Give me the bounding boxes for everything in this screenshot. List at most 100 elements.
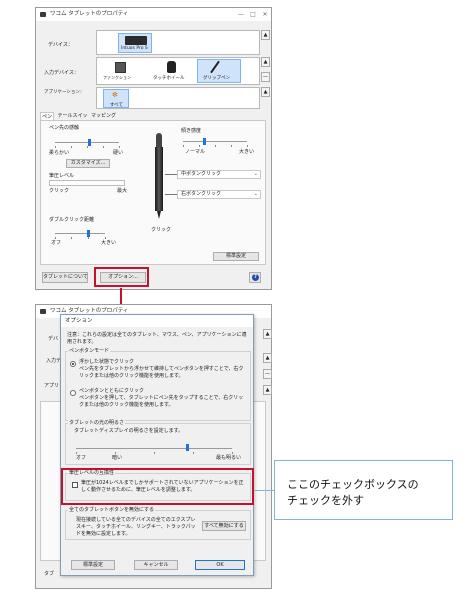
tip-feel-slider-track[interactable] (55, 142, 119, 143)
device-label: デバイス： (48, 42, 73, 48)
tip-feel-slider-thumb[interactable] (88, 139, 91, 146)
tick (193, 452, 194, 454)
tap-click-desc: ペンボタンを押して、タブレットにペン先をタップすることで、右クリックまたは他のク… (79, 395, 244, 408)
pressure-click-label: クリック (49, 188, 70, 194)
chevron-down-icon: ⌄ (253, 171, 258, 177)
input-scroll-up[interactable]: ▲ (261, 57, 270, 67)
upper-button-leader (165, 174, 177, 175)
scroll-behind-1[interactable]: ▲ (263, 329, 272, 339)
upper-button-dropdown[interactable]: 中ボタンクリック ⌄ (177, 170, 261, 179)
disable-buttons-group: 全てのタブレットボタンを無効にする 現在接続している全てのデバイスの全てのエクス… (65, 507, 251, 540)
default-button[interactable]: 標準設定 (213, 252, 259, 261)
maximize-button[interactable]: □ (247, 8, 259, 21)
customize-button[interactable]: カスタマイズ... (66, 159, 110, 168)
application-label: アプリケーション： (44, 90, 85, 95)
chevron-down-icon: ⌄ (253, 191, 258, 197)
about-tablet-button[interactable]: タブレットについて (42, 272, 88, 283)
tablet-icon (125, 36, 147, 45)
tick (55, 237, 56, 239)
disable-buttons-desc: 現在接続している全てのデバイスの全てのエクスプレスキー、タッチホイール、リングキ… (76, 517, 196, 537)
device-name: Intuos Pro S (121, 46, 148, 51)
application-strip: ✻ すべて (96, 87, 260, 109)
tilt-label: 傾き感度 (181, 128, 202, 134)
tap-click-radio[interactable] (70, 390, 76, 396)
input-scroll-down[interactable]: — (261, 72, 270, 82)
function-tool-label: ファンクション (103, 75, 131, 80)
app-all-label: すべて (110, 103, 124, 108)
pressure-meter (49, 180, 125, 186)
tick (88, 237, 89, 239)
device-strip: Intuos Pro S (96, 30, 260, 55)
tick (71, 237, 72, 239)
options-note: 注意：これらの設定は全てのタブレット、マウス、ペン、アプリケーションに適用されま… (67, 332, 247, 345)
pressure-label: 筆圧レベル (49, 173, 75, 179)
tap-click-title: ペンボタンとともにクリック (79, 388, 145, 394)
function-keys-icon (115, 62, 126, 73)
tick (183, 145, 184, 147)
brightness-slider-thumb[interactable] (186, 444, 189, 451)
pen-tip-icon (157, 211, 161, 219)
pen-illustration (154, 133, 164, 221)
scroll-behind-4[interactable]: ▲ (263, 385, 272, 395)
hover-click-desc: ペン先をタブレットから浮かせて維持してペンボタンを押すことで、右クリックまたは他… (79, 366, 244, 379)
pen-tip-click-label: クリック (151, 227, 172, 233)
dialog-ok-button[interactable]: OK (195, 560, 245, 570)
device-scroll-up[interactable]: ▲ (261, 30, 270, 40)
tip-soft-label: 柔らかい (49, 150, 70, 156)
brightness-label: タブレットの光の明るさ (68, 420, 126, 427)
tablet-app-icon (40, 309, 46, 314)
tick (154, 452, 155, 454)
double-click-slider-thumb[interactable] (87, 230, 90, 237)
device-intuos-pro-s[interactable]: Intuos Pro S (118, 33, 152, 53)
close-button[interactable]: ✕ (259, 8, 271, 21)
tick (105, 237, 106, 239)
touch-hand-icon (167, 61, 176, 73)
lower-button-value: 右ボタンクリック (181, 191, 222, 197)
callout-connector (254, 490, 274, 491)
minimize-button[interactable]: — (235, 8, 247, 21)
callout-line-1: ここのチェックボックスの (287, 478, 419, 491)
tick (103, 146, 104, 148)
scroll-behind-2[interactable]: ▲ (263, 353, 272, 363)
tip-feel-label: ペン先の感触 (49, 125, 80, 131)
lower-button-leader (165, 194, 177, 195)
help-button[interactable]: ? (249, 272, 261, 283)
tilt-normal-label: ノーマル (185, 149, 206, 155)
instruction-callout: ここのチェックボックスの チェックを外す (274, 460, 453, 520)
tick (119, 146, 120, 148)
tick (55, 146, 56, 148)
app-all[interactable]: ✻ すべて (103, 89, 129, 108)
app-scroll-up[interactable]: ▲ (261, 87, 270, 97)
options-highlight-box (94, 267, 149, 287)
device-label-behind: デバ (48, 336, 59, 342)
hover-click-radio[interactable] (70, 361, 76, 367)
double-click-slider-track[interactable] (55, 233, 105, 234)
dialog-default-button[interactable]: 標準設定 (71, 560, 115, 570)
tick (71, 146, 72, 148)
tilt-slider-thumb[interactable] (203, 138, 206, 145)
brightness-desc: タブレットディスプレイの明るさを設定します。 (74, 428, 184, 434)
disable-all-button[interactable]: すべて無効にする (202, 521, 246, 531)
pen-mode-group: ペンボタンモード 浮かした状態でクリック ペン先をタブレットから浮かせて維持して… (65, 348, 251, 421)
scroll-behind-3[interactable]: — (263, 369, 272, 379)
input-label-behind: 入力デ (46, 358, 62, 364)
function-tool[interactable]: ファンクション (103, 61, 139, 83)
pen-mode-label: ペンボタンモード (68, 348, 111, 355)
dialog-titlebar: オプション (61, 315, 253, 327)
grip-pen-tool[interactable]: グリップペン (197, 59, 241, 83)
tick (247, 145, 248, 147)
touch-wheel-tool[interactable]: タッチホイール (153, 61, 193, 83)
pressure-compat-highlight (61, 468, 254, 505)
dialog-cancel-button[interactable]: キャンセル (134, 560, 178, 570)
tick (231, 145, 232, 147)
lower-button-dropdown[interactable]: 右ボタンクリック ⌄ (177, 190, 261, 199)
brightness-slider-track[interactable] (76, 448, 232, 449)
help-icon: ? (252, 274, 259, 281)
double-click-large-label: 大きい (101, 240, 117, 246)
pressure-max-label: 最大 (117, 188, 128, 194)
tick (87, 146, 88, 148)
input-device-strip: ファンクション タッチホイール グリップペン (96, 57, 260, 85)
tick (115, 452, 116, 454)
pen-tab-panel: ペン先の感触 柔らかい 硬い カスタマイズ... 筆圧レベル クリック 最大 ダ… (40, 120, 266, 265)
tilt-slider-track[interactable] (183, 141, 247, 142)
